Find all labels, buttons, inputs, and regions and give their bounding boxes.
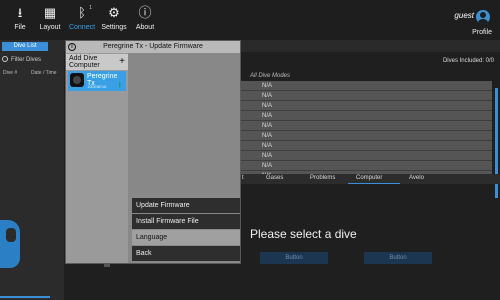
dive-list-header: Dive # Date / Time (0, 68, 64, 78)
dive-computer-image (70, 73, 84, 87)
detail-button-left[interactable]: Button (260, 252, 328, 264)
profile-name: guest (454, 11, 474, 20)
bluetooth-icon: ᛒ (118, 83, 122, 89)
profile-button[interactable]: guest Profile (426, 2, 496, 40)
map-shape-hole (6, 228, 16, 242)
table-row: N/A (240, 131, 492, 141)
select-dive-placeholder: Please select a dive (250, 227, 357, 241)
table-row: N/A (240, 81, 492, 91)
update-firmware-button[interactable]: Update Firmware (132, 198, 240, 213)
add-dive-computer-button[interactable]: Add Dive Computer + (66, 54, 128, 70)
tab-partial[interactable]: t (242, 175, 244, 181)
layout-icon: ▦ (43, 5, 57, 20)
table-row: N/A (240, 141, 492, 151)
install-firmware-file-button[interactable]: Install Firmware File (132, 214, 240, 229)
top-toolbar: ⭳ File ▦ Layout ᛒ 1 Connect ⚙ Settings ⓘ… (0, 0, 500, 40)
table-header: All Dive Modes (250, 73, 291, 79)
horizontal-scrollbar[interactable] (0, 296, 50, 298)
firmware-menu: Update Firmware Install Firmware File La… (132, 198, 240, 262)
bluetooth-icon: ᛒ (78, 5, 86, 20)
connect-label: Connect (68, 24, 96, 31)
dive-modes-table: All Dive Modes N/A N/A N/A N/A N/A N/A N… (240, 71, 492, 181)
dives-included-count: Dives Included: 0/0 (442, 58, 494, 64)
connect-button[interactable]: ᛒ 1 Connect (64, 3, 100, 39)
dive-computer-card[interactable]: Peregrine Tx 10DE8E16 ᛒ (68, 71, 126, 91)
dialog-title: Peregrine Tx - Update Firmware (66, 41, 240, 53)
column-date-time[interactable]: Date / Time (31, 68, 57, 78)
tab-avelo[interactable]: Avelo (409, 175, 424, 181)
dive-computer-serial: 10DE8E16 (87, 84, 107, 89)
tab-gases[interactable]: Gases (266, 175, 283, 181)
table-row: N/A (240, 101, 492, 111)
avatar-icon (476, 10, 490, 24)
profile-label: Profile (472, 29, 492, 36)
tab-computer[interactable]: Computer (356, 175, 382, 181)
add-dive-computer-label-2: Computer (69, 62, 100, 69)
table-row: N/A (240, 121, 492, 131)
about-button[interactable]: ⓘ About (127, 3, 163, 39)
language-button[interactable]: Language (132, 230, 240, 245)
dive-list-panel: Dive List Filter Dives Dive # Date / Tim… (0, 40, 64, 300)
connect-badge: 1 (89, 5, 92, 11)
detail-tabs: t Gases Problems Computer Avelo (240, 174, 500, 184)
table-row: N/A (240, 91, 492, 101)
search-icon (2, 56, 8, 62)
plus-icon: + (119, 56, 125, 67)
back-button[interactable]: Back (132, 246, 240, 261)
tab-selection-indicator (348, 183, 400, 184)
tab-dive-list[interactable]: Dive List (2, 42, 48, 51)
column-dive-number[interactable]: Dive # (3, 68, 17, 78)
detail-button-right[interactable]: Button (364, 252, 432, 264)
filter-dives-input[interactable]: Filter Dives (2, 54, 64, 66)
layout-button[interactable]: ▦ Layout (32, 3, 68, 39)
tab-problems[interactable]: Problems (310, 175, 335, 181)
info-icon[interactable]: i (68, 43, 76, 51)
table-row: N/A (240, 151, 492, 161)
filter-placeholder: Filter Dives (11, 57, 42, 63)
add-dive-computer-label-1: Add Dive (69, 55, 98, 62)
table-row: N/A (240, 161, 492, 171)
layout-label: Layout (39, 24, 61, 31)
about-label: About (135, 24, 155, 31)
table-row: N/A (240, 111, 492, 121)
info-icon: ⓘ (138, 5, 152, 20)
